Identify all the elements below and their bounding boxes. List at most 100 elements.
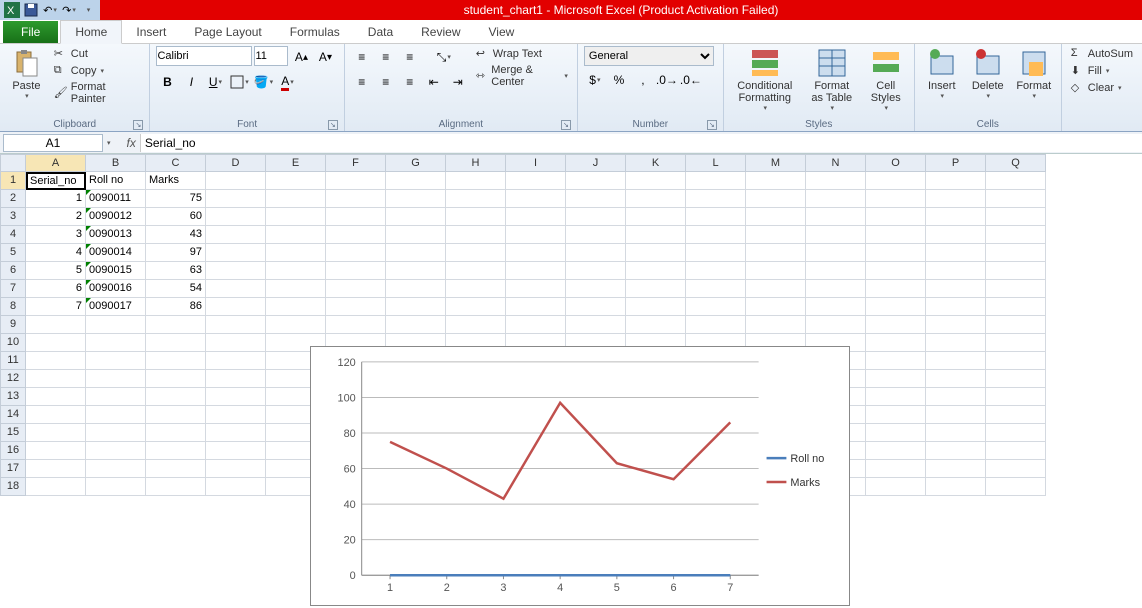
column-header[interactable]: F	[326, 154, 386, 172]
cell[interactable]	[986, 478, 1046, 496]
cell[interactable]	[626, 298, 686, 316]
row-header[interactable]: 8	[0, 298, 26, 316]
column-header[interactable]: H	[446, 154, 506, 172]
cell[interactable]	[386, 316, 446, 334]
row-header[interactable]: 14	[0, 406, 26, 424]
tab-view[interactable]: View	[475, 21, 529, 43]
row-header[interactable]: 5	[0, 244, 26, 262]
cell[interactable]	[626, 262, 686, 280]
cell[interactable]	[926, 460, 986, 478]
align-bottom-button[interactable]: ≡	[399, 46, 421, 68]
merge-center-button[interactable]: ⇿Merge & Center▾	[473, 63, 571, 89]
cell[interactable]	[446, 262, 506, 280]
cell[interactable]	[26, 460, 86, 478]
column-header[interactable]: D	[206, 154, 266, 172]
clear-button[interactable]: ◇Clear▾	[1068, 80, 1136, 96]
cell[interactable]	[986, 406, 1046, 424]
font-name-input[interactable]	[156, 46, 252, 66]
row-header[interactable]: 9	[0, 316, 26, 334]
cell[interactable]	[566, 316, 626, 334]
cell[interactable]	[686, 208, 746, 226]
cell[interactable]	[566, 172, 626, 190]
name-box-dropdown[interactable]: ▾	[107, 139, 111, 147]
cell[interactable]: 0090016	[86, 280, 146, 298]
cell[interactable]	[446, 190, 506, 208]
cell[interactable]	[206, 244, 266, 262]
cell[interactable]	[926, 388, 986, 406]
underline-button[interactable]: U▾	[204, 71, 226, 93]
cell[interactable]	[566, 262, 626, 280]
row-header[interactable]: 17	[0, 460, 26, 478]
formula-input[interactable]	[140, 134, 1142, 152]
autosum-button[interactable]: ΣAutoSum	[1068, 46, 1136, 62]
cell[interactable]	[206, 298, 266, 316]
cell[interactable]	[926, 424, 986, 442]
format-as-table-button[interactable]: Format as Table▾	[804, 46, 860, 114]
cell[interactable]	[146, 478, 206, 496]
alignment-launcher[interactable]: ↘	[561, 120, 571, 130]
cell[interactable]	[26, 316, 86, 334]
cell[interactable]	[986, 460, 1046, 478]
tab-review[interactable]: Review	[407, 21, 474, 43]
cell[interactable]	[206, 460, 266, 478]
row-header[interactable]: 1	[0, 172, 26, 190]
cell[interactable]	[806, 262, 866, 280]
cell[interactable]	[86, 316, 146, 334]
cell[interactable]	[206, 316, 266, 334]
qat-customize-icon[interactable]: ▾	[80, 2, 96, 18]
cell[interactable]	[986, 244, 1046, 262]
cell[interactable]	[986, 208, 1046, 226]
cell[interactable]	[86, 334, 146, 352]
save-icon[interactable]	[23, 2, 39, 18]
cell[interactable]	[506, 244, 566, 262]
cell[interactable]	[686, 262, 746, 280]
cell[interactable]	[266, 262, 326, 280]
cell[interactable]	[506, 208, 566, 226]
cell[interactable]: 86	[146, 298, 206, 316]
cut-button[interactable]: ✂Cut	[51, 46, 144, 62]
cell[interactable]	[866, 406, 926, 424]
row-header[interactable]: 15	[0, 424, 26, 442]
font-launcher[interactable]: ↘	[328, 120, 338, 130]
cell[interactable]	[26, 424, 86, 442]
cell[interactable]	[146, 334, 206, 352]
cell[interactable]	[986, 316, 1046, 334]
cell[interactable]	[86, 352, 146, 370]
cell[interactable]	[206, 442, 266, 460]
cell[interactable]	[386, 244, 446, 262]
copy-button[interactable]: ⧉Copy▾	[51, 63, 144, 79]
cell[interactable]	[206, 280, 266, 298]
cell[interactable]	[206, 190, 266, 208]
cell[interactable]	[326, 208, 386, 226]
row-header[interactable]: 7	[0, 280, 26, 298]
cell[interactable]	[446, 280, 506, 298]
cell[interactable]	[926, 478, 986, 496]
column-header[interactable]: J	[566, 154, 626, 172]
cell[interactable]	[686, 172, 746, 190]
paste-button[interactable]: Paste▾	[6, 46, 47, 102]
cell[interactable]	[806, 316, 866, 334]
cell[interactable]	[986, 298, 1046, 316]
cell[interactable]	[686, 316, 746, 334]
cell[interactable]	[146, 460, 206, 478]
cell[interactable]	[86, 460, 146, 478]
dec-indent-button[interactable]: ⇤	[423, 71, 445, 93]
cell[interactable]	[866, 190, 926, 208]
cell[interactable]	[206, 262, 266, 280]
select-all-corner[interactable]	[0, 154, 26, 172]
cell[interactable]: 3	[26, 226, 86, 244]
cell[interactable]	[386, 280, 446, 298]
cell[interactable]	[506, 226, 566, 244]
cell[interactable]	[746, 172, 806, 190]
cell[interactable]	[266, 244, 326, 262]
column-header[interactable]: Q	[986, 154, 1046, 172]
cell[interactable]	[926, 280, 986, 298]
orientation-button[interactable]: ⤡▾	[433, 46, 455, 68]
cell[interactable]: 75	[146, 190, 206, 208]
font-size-input[interactable]	[254, 46, 288, 66]
cell[interactable]: 54	[146, 280, 206, 298]
cell[interactable]	[446, 226, 506, 244]
cell[interactable]	[626, 208, 686, 226]
cell[interactable]	[926, 208, 986, 226]
grow-font-button[interactable]: A▴	[290, 46, 312, 68]
